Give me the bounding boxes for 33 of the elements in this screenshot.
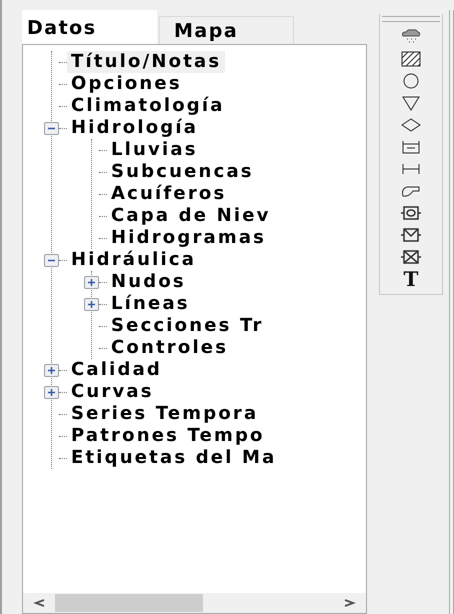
expand-button[interactable] — [44, 386, 59, 398]
tree-item[interactable]: Secciones Tr — [107, 315, 268, 337]
tree-item[interactable]: Calidad — [67, 359, 166, 381]
tree-item[interactable]: Climatología — [67, 95, 229, 117]
collapse-button[interactable] — [44, 254, 59, 266]
scroll-thumb[interactable] — [55, 594, 203, 612]
tree-item[interactable]: Hidrología — [67, 117, 202, 139]
tab[interactable]: Datos — [22, 10, 157, 44]
tree-item[interactable]: Hidrogramas — [107, 227, 270, 249]
tree-item[interactable]: Etiquetas del Ma — [67, 447, 280, 469]
scroll-left-icon[interactable] — [33, 598, 47, 608]
tree-item[interactable]: Líneas — [107, 293, 194, 315]
hatched-square-icon[interactable] — [398, 49, 423, 69]
scroll-right-icon[interactable] — [342, 598, 356, 608]
tree-item[interactable]: Acuíferos — [107, 183, 230, 205]
expand-button[interactable] — [84, 276, 99, 288]
tree-item[interactable]: Patrones Tempo — [67, 425, 269, 447]
tree-item[interactable]: Lluvias — [107, 139, 202, 161]
tree-item[interactable]: Curvas — [67, 381, 158, 403]
tree-item[interactable]: Series Tempora — [67, 403, 262, 425]
tree-item[interactable]: Hidráulica — [67, 249, 200, 271]
expand-button[interactable] — [84, 298, 99, 310]
horizontal-scrollbar[interactable] — [23, 593, 366, 613]
expand-button[interactable] — [44, 364, 59, 376]
tree-item[interactable]: Opciones — [67, 73, 186, 95]
tree-item[interactable]: Controles — [107, 337, 232, 359]
tree-item[interactable]: Capa de Niev — [107, 205, 275, 227]
tree-item[interactable]: Nudos — [107, 271, 190, 293]
tab[interactable]: Mapa — [159, 16, 294, 44]
tree-item[interactable]: Título/Notas — [67, 51, 226, 73]
tree-item[interactable]: Subcuencas — [107, 161, 258, 183]
text-tool-button[interactable]: T — [403, 269, 418, 289]
collapse-button[interactable] — [44, 122, 59, 134]
